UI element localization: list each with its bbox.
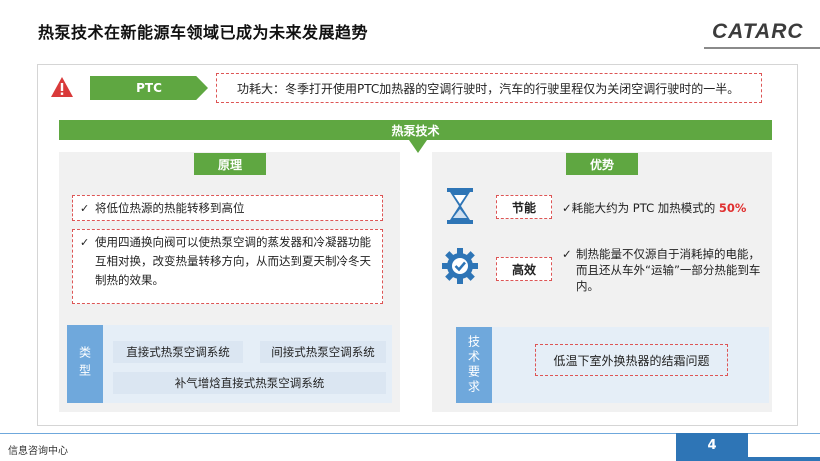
footer-bar xyxy=(676,457,820,461)
efficient-text-body: 制热能量不仅源自于消耗掉的电能，而且还从车外“运输”一部分热能到车内。 xyxy=(576,247,761,293)
tech-requirement-issue: 低温下室外换热器的结霜问题 xyxy=(535,344,728,376)
principle-point-1: ✓ 将低位热源的热能转移到高位 xyxy=(72,195,383,221)
advantage-efficient-tag: 高效 xyxy=(496,257,552,281)
gear-check-icon xyxy=(442,248,478,284)
advantage-efficient-text: ✓ 制热能量不仅源自于消耗掉的电能，而且还从车外“运输”一部分热能到车内。 xyxy=(562,246,762,294)
ptc-power-description: 功耗大：冬季打开使用PTC加热器的空调行驶时，汽车的行驶里程仅为关闭空调行驶时的… xyxy=(216,73,762,103)
types-label: 类型 xyxy=(67,325,103,403)
down-arrow-icon xyxy=(409,140,427,153)
hourglass-icon xyxy=(447,188,473,224)
advantage-energy-saving-text: ✓耗能大约为 PTC 加热模式的 50% xyxy=(562,200,746,216)
warning-icon xyxy=(51,77,73,97)
check-icon: ✓ xyxy=(80,202,90,215)
advantages-header: 优势 xyxy=(566,153,638,175)
energy-saving-prefix: 耗能大约为 PTC 加热模式的 xyxy=(571,201,719,215)
footer-org: 信息咨询中心 xyxy=(8,446,68,457)
catarc-logo: CATARC xyxy=(712,20,804,43)
type-vapor-injection: 补气增焓直接式热泵空调系统 xyxy=(113,372,386,394)
check-icon: ✓ xyxy=(562,247,572,261)
heat-pump-bar: 热泵技术 xyxy=(59,120,772,140)
energy-saving-highlight: 50% xyxy=(718,201,747,215)
check-icon: ✓ xyxy=(562,201,572,215)
type-indirect: 间接式热泵空调系统 xyxy=(260,341,386,363)
page-title: 热泵技术在新能源车领域已成为未来发展趋势 xyxy=(38,23,369,42)
check-icon: ✓ xyxy=(80,236,90,249)
page-number: 4 xyxy=(676,433,748,457)
advantage-energy-saving-tag: 节能 xyxy=(496,195,552,219)
principle-point-2: ✓ 使用四通换向阀可以使热泵空调的蒸发器和冷凝器功能互相对换，改变热量转移方向，… xyxy=(72,229,383,304)
principle-point-text: 将低位热源的热能转移到高位 xyxy=(95,201,245,215)
type-direct: 直接式热泵空调系统 xyxy=(113,341,243,363)
tech-requirement-label: 技术要求 xyxy=(456,327,492,403)
principle-point-text: 使用四通换向阀可以使热泵空调的蒸发器和冷凝器功能互相对换，改变热量转移方向，从而… xyxy=(95,235,371,287)
principle-header: 原理 xyxy=(194,153,266,175)
logo-underline xyxy=(704,47,820,49)
ptc-tag: PTC xyxy=(90,76,208,100)
